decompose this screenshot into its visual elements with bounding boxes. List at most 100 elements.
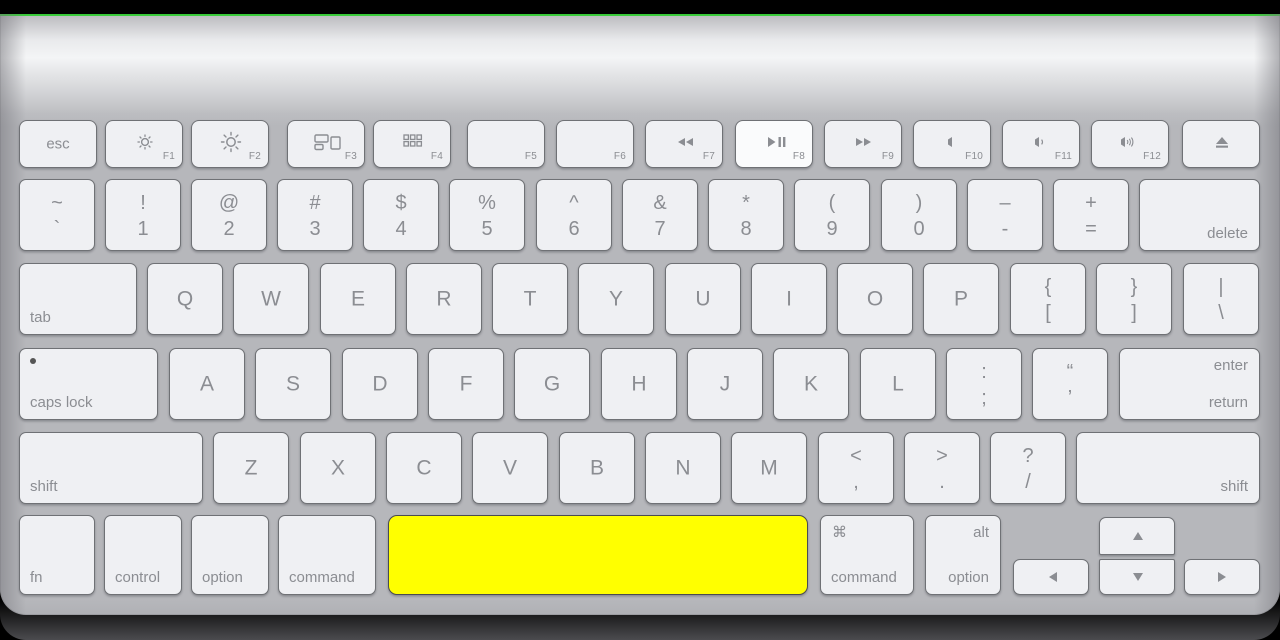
key-label: fn	[30, 569, 43, 586]
key-shift-legend: $	[395, 192, 407, 215]
key-eject[interactable]	[1182, 120, 1260, 168]
key-f[interactable]: F	[428, 348, 504, 420]
key-g[interactable]: G	[514, 348, 590, 420]
key-base-legend: 0	[913, 217, 925, 240]
key-base-legend: 2	[223, 217, 235, 240]
key-right-bracket[interactable]: } ]	[1096, 263, 1172, 335]
key-k[interactable]: K	[773, 348, 849, 420]
key-w[interactable]: W	[233, 263, 309, 335]
key-f10[interactable]: F10	[913, 120, 991, 168]
key-delete[interactable]: delete	[1139, 179, 1260, 251]
key-left-command[interactable]: command	[278, 515, 376, 595]
key-alt-label: alt	[973, 524, 989, 541]
key-label: P	[953, 287, 968, 311]
key-shift-legend: (	[828, 192, 836, 215]
key-right-shift[interactable]: shift	[1076, 432, 1260, 504]
key-slash[interactable]: ? /	[990, 432, 1066, 504]
key-left-option[interactable]: option	[191, 515, 269, 595]
key-r[interactable]: R	[406, 263, 482, 335]
key-1[interactable]: ! 1	[105, 179, 181, 251]
key-label: J	[719, 372, 731, 396]
key-left-bracket[interactable]: { [	[1010, 263, 1086, 335]
key-label: delete	[1207, 225, 1248, 242]
key-q[interactable]: Q	[147, 263, 223, 335]
key-z[interactable]: Z	[213, 432, 289, 504]
key-t[interactable]: T	[492, 263, 568, 335]
key-arrow-up[interactable]	[1099, 517, 1175, 555]
key-right-command[interactable]: ⌘ command	[820, 515, 914, 595]
key-base-legend: 1	[137, 217, 149, 240]
key-label: N	[675, 456, 691, 480]
play-pause-icon	[736, 134, 812, 150]
key-label: E	[350, 287, 365, 311]
key-f2[interactable]: F2	[191, 120, 269, 168]
key-fnum: F6	[613, 151, 626, 162]
key-quote[interactable]: “ ’	[1032, 348, 1108, 420]
key-i[interactable]: I	[751, 263, 827, 335]
key-label: S	[285, 372, 300, 396]
key-label: option	[202, 569, 243, 586]
key-left-shift[interactable]: shift	[19, 432, 203, 504]
key-3[interactable]: # 3	[277, 179, 353, 251]
key-m[interactable]: M	[731, 432, 807, 504]
key-s[interactable]: S	[255, 348, 331, 420]
key-f4[interactable]: F4	[373, 120, 451, 168]
key-return[interactable]: enter return	[1119, 348, 1260, 420]
key-2[interactable]: @ 2	[191, 179, 267, 251]
key-minus[interactable]: – -	[967, 179, 1043, 251]
key-arrow-down[interactable]	[1099, 559, 1175, 595]
key-semicolon[interactable]: : ;	[946, 348, 1022, 420]
key-f8[interactable]: F8	[735, 120, 813, 168]
key-c[interactable]: C	[386, 432, 462, 504]
key-f3[interactable]: F3	[287, 120, 365, 168]
key-p[interactable]: P	[923, 263, 999, 335]
key-f1[interactable]: F1	[105, 120, 183, 168]
key-arrow-right[interactable]	[1184, 559, 1260, 595]
key-grave[interactable]: ~ `	[19, 179, 95, 251]
key-f11[interactable]: F11	[1002, 120, 1080, 168]
key-esc[interactable]: esc	[19, 120, 97, 168]
key-caps-lock[interactable]: caps lock	[19, 348, 158, 420]
key-y[interactable]: Y	[578, 263, 654, 335]
key-4[interactable]: $ 4	[363, 179, 439, 251]
key-9[interactable]: ( 9	[794, 179, 870, 251]
key-f12[interactable]: F12	[1091, 120, 1169, 168]
key-tab[interactable]: tab	[19, 263, 137, 335]
key-equal[interactable]: + =	[1053, 179, 1129, 251]
launchpad-icon	[374, 131, 450, 153]
key-f7[interactable]: F7	[645, 120, 723, 168]
key-h[interactable]: H	[601, 348, 677, 420]
key-left-control[interactable]: control	[104, 515, 182, 595]
key-shift-legend: @	[218, 192, 240, 215]
key-j[interactable]: J	[687, 348, 763, 420]
key-period[interactable]: > .	[904, 432, 980, 504]
key-a[interactable]: A	[169, 348, 245, 420]
key-u[interactable]: U	[665, 263, 741, 335]
key-label: L	[892, 372, 904, 396]
key-f9[interactable]: F9	[824, 120, 902, 168]
key-e[interactable]: E	[320, 263, 396, 335]
key-7[interactable]: & 7	[622, 179, 698, 251]
eject-icon	[1183, 134, 1259, 150]
key-base-legend: ;	[981, 386, 987, 409]
key-space[interactable]	[388, 515, 808, 595]
key-o[interactable]: O	[837, 263, 913, 335]
key-b[interactable]: B	[559, 432, 635, 504]
key-5[interactable]: % 5	[449, 179, 525, 251]
key-d[interactable]: D	[342, 348, 418, 420]
key-fn[interactable]: fn	[19, 515, 95, 595]
key-backslash[interactable]: | \	[1183, 263, 1259, 335]
key-f5[interactable]: F5	[467, 120, 545, 168]
key-comma[interactable]: < ,	[818, 432, 894, 504]
key-x[interactable]: X	[300, 432, 376, 504]
key-right-option[interactable]: alt option	[925, 515, 1001, 595]
key-f6[interactable]: F6	[556, 120, 634, 168]
key-base-legend: -	[1001, 217, 1009, 240]
key-8[interactable]: * 8	[708, 179, 784, 251]
key-arrow-left[interactable]	[1013, 559, 1089, 595]
key-0[interactable]: ) 0	[881, 179, 957, 251]
key-v[interactable]: V	[472, 432, 548, 504]
key-6[interactable]: ^ 6	[536, 179, 612, 251]
key-n[interactable]: N	[645, 432, 721, 504]
key-l[interactable]: L	[860, 348, 936, 420]
